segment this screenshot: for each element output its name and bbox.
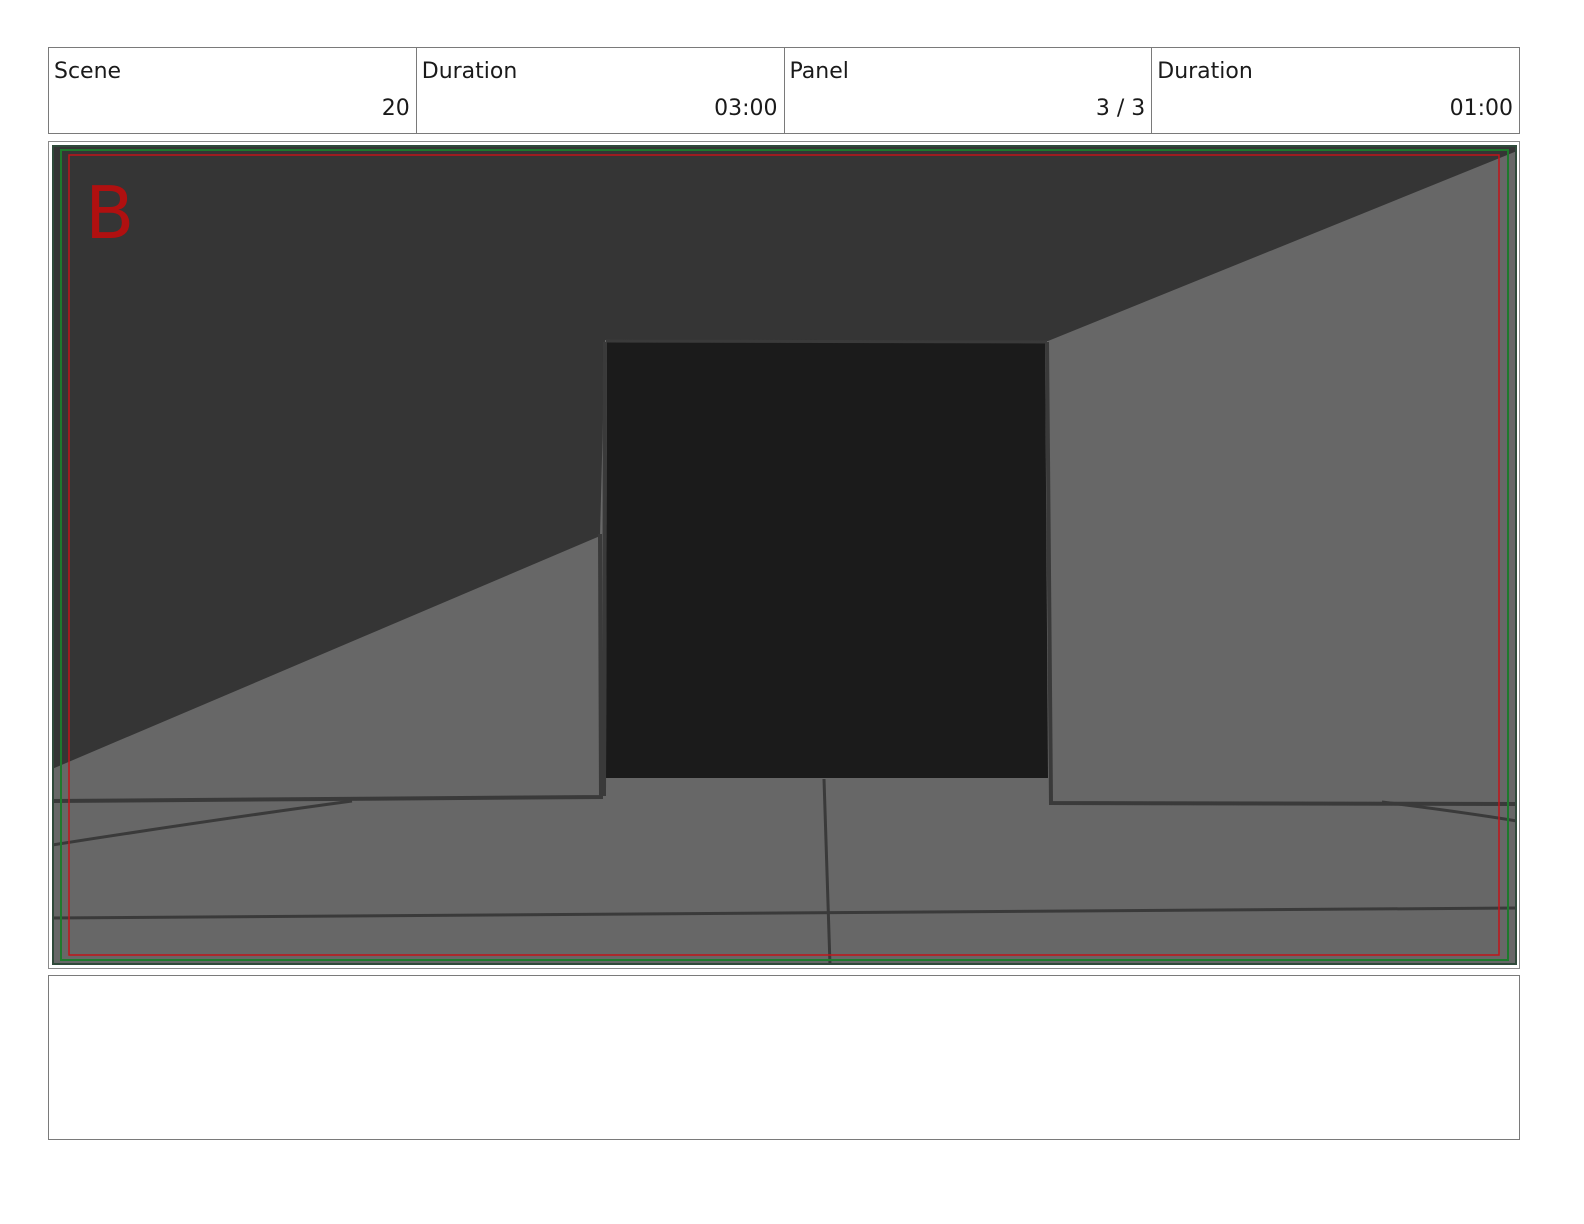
doorway-shape xyxy=(606,341,1048,778)
layer-letter: B xyxy=(85,171,135,255)
panel-duration-cell: Duration 01:00 xyxy=(1152,48,1519,133)
doorway-top-edge xyxy=(605,339,1048,344)
panel-cell: Panel 3 / 3 xyxy=(785,48,1153,133)
storyboard-panel-image[interactable]: B xyxy=(52,145,1517,965)
scene-duration-cell: Duration 03:00 xyxy=(417,48,785,133)
scene-duration-value: 03:00 xyxy=(714,96,778,121)
scene-label: Scene xyxy=(54,59,122,84)
panel-info-header: Scene 20 Duration 03:00 Panel 3 / 3 Dura… xyxy=(48,47,1520,134)
scene-cell: Scene 20 xyxy=(49,48,417,133)
panel-duration-label: Duration xyxy=(1157,59,1253,84)
scene-value: 20 xyxy=(381,96,410,121)
scene-duration-label: Duration xyxy=(421,59,518,84)
panel-notes-box[interactable] xyxy=(48,975,1520,1140)
panel-duration-value: 01:00 xyxy=(1449,96,1513,121)
panel-label: Panel xyxy=(789,59,849,84)
panel-value: 3 / 3 xyxy=(1095,96,1146,121)
doorway-left-edge xyxy=(602,341,607,797)
panel-drawing xyxy=(52,145,1517,965)
storyboard-panel-frame: B xyxy=(48,141,1520,969)
